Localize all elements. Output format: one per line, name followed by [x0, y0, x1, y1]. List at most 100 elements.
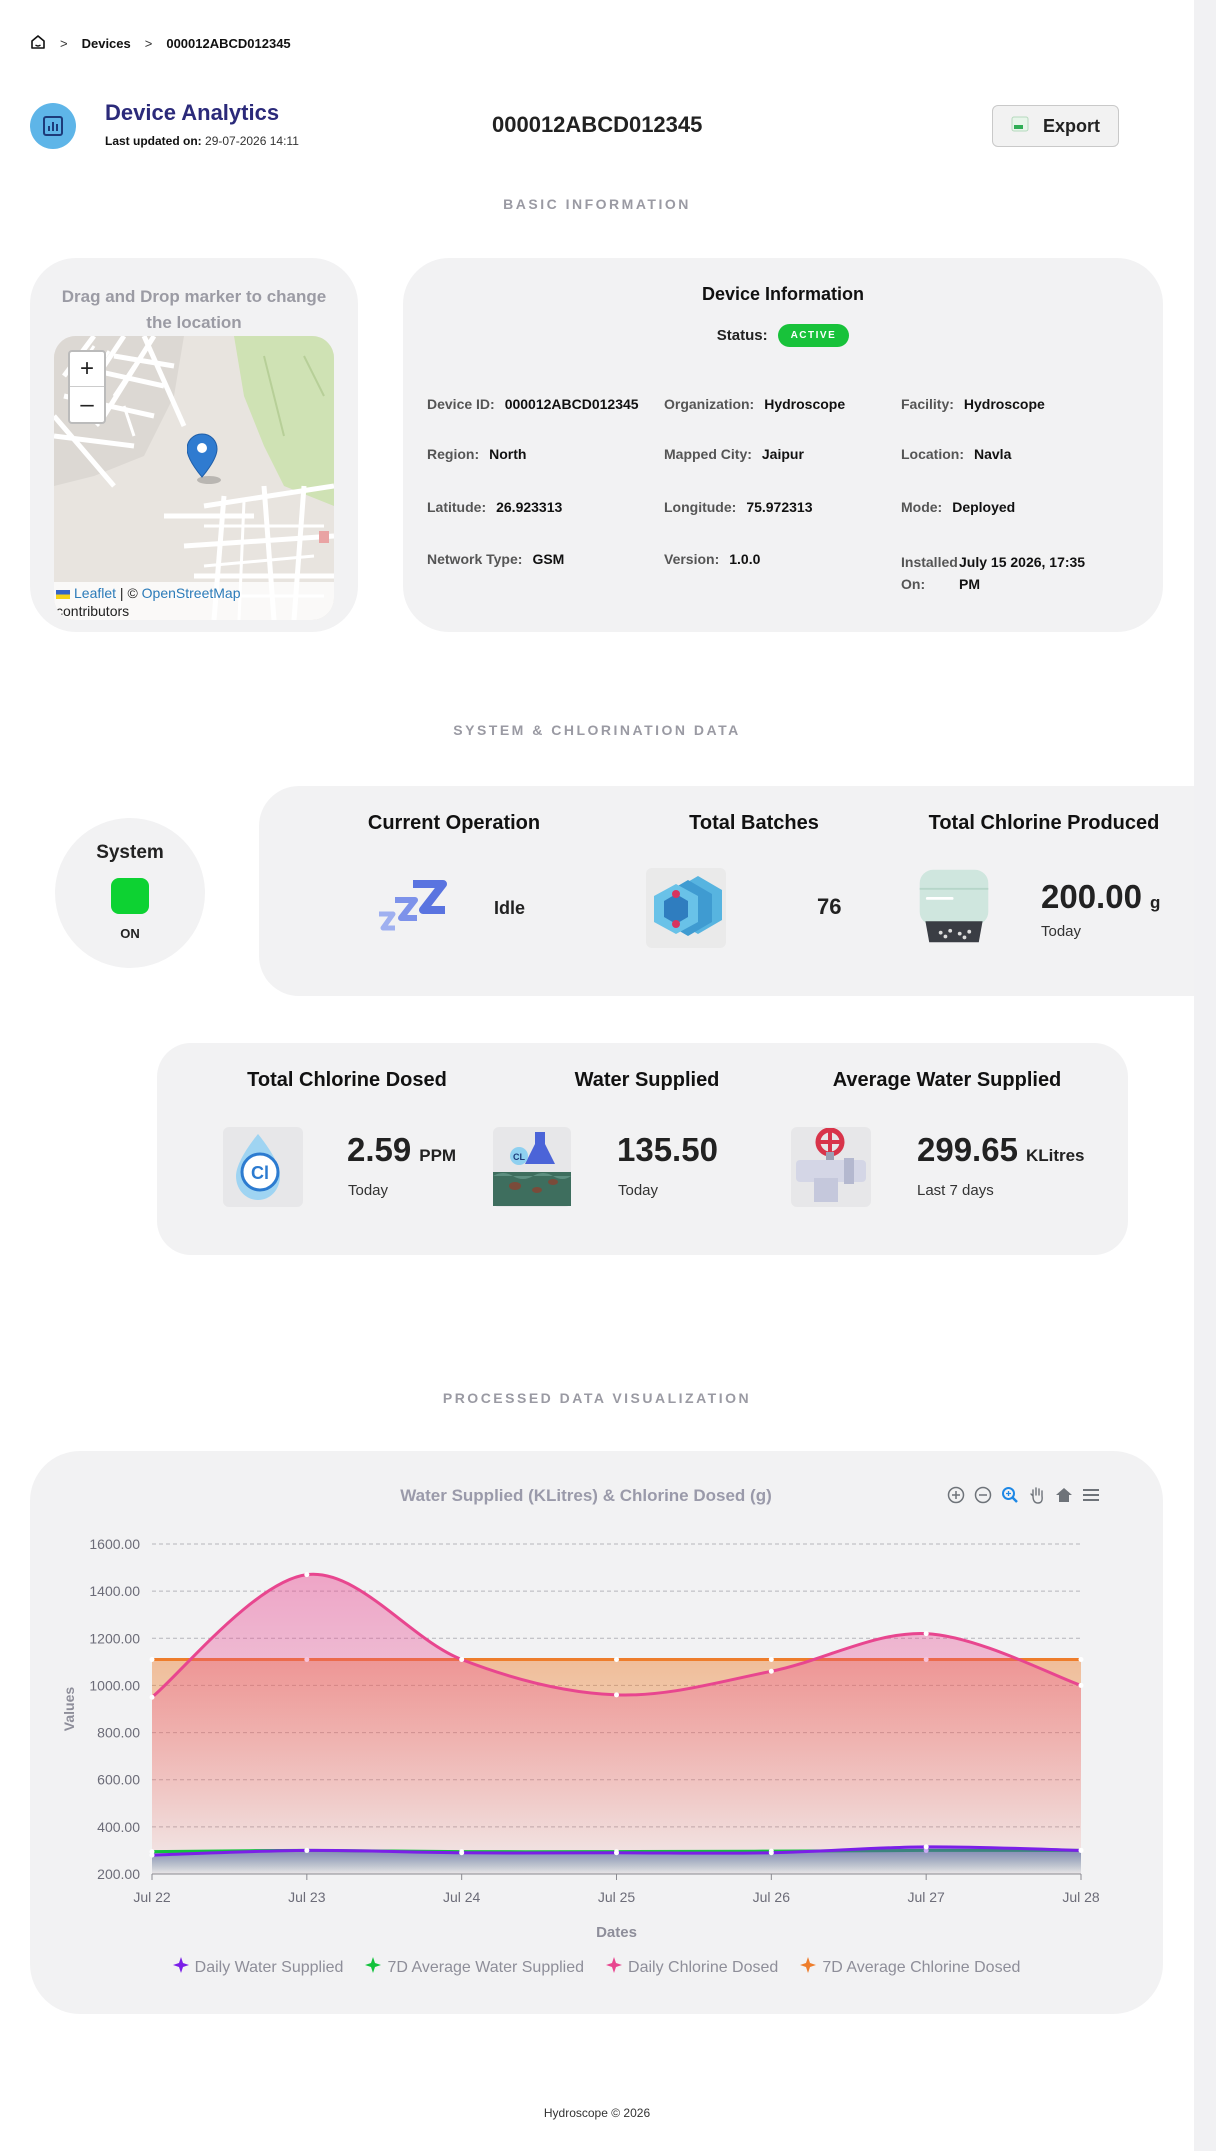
x-tick-label: Jul 24	[443, 1889, 481, 1905]
total-batches-value: 76	[817, 894, 842, 919]
y-tick-label: 600.00	[97, 1772, 140, 1788]
series-area	[152, 1574, 1081, 1874]
footer-copyright: Hydroscope © 2026	[543, 2106, 651, 2120]
field-label: Region:	[427, 446, 480, 462]
data-point	[614, 1850, 619, 1856]
field-installed-on: Installed On: July 15 2026, 17:35 PM	[901, 551, 1109, 595]
analytics-icon	[30, 103, 76, 149]
location-map[interactable]: + – Leaflet | © OpenStreetMap contributo…	[54, 336, 334, 620]
map-hint: Drag and Drop marker to change the locat…	[61, 287, 327, 332]
sleep-icon	[371, 868, 451, 948]
map-zoom-in-button[interactable]: +	[70, 352, 104, 387]
water-supplied-period: Today	[618, 1182, 659, 1199]
device-id-heading: 000012ABCD012345	[492, 112, 703, 137]
export-label: Export	[1042, 115, 1100, 136]
chlorine-produced-title: Total Chlorine Produced	[928, 812, 1160, 834]
contributors-text: contributors	[56, 603, 130, 619]
current-operation-value: Idle	[494, 898, 526, 918]
last-updated-value: 29-07-2026 14:11	[205, 134, 299, 148]
star-marker-icon	[800, 1957, 817, 1978]
leaflet-link[interactable]: Leaflet	[74, 585, 116, 601]
field-label: Installed On:	[901, 554, 958, 592]
last-updated-label: Last updated on:	[105, 134, 202, 148]
breadcrumb-devices-link[interactable]: Devices	[82, 36, 131, 51]
legend-label: 7D Average Water Supplied	[387, 1958, 585, 1976]
home-icon[interactable]	[30, 34, 46, 53]
field-value: North	[489, 446, 527, 462]
system-state: ON	[120, 926, 140, 941]
chlorine-produced-value: 200.00 g	[1041, 878, 1160, 916]
field-organization: Organization: Hydroscope	[664, 396, 845, 412]
water-valve-icon	[791, 1127, 871, 1207]
field-mapped-city: Mapped City: Jaipur	[664, 446, 804, 462]
chlorine-dosed-unit: PPM	[419, 1146, 455, 1165]
page-title: Device Analytics	[105, 100, 280, 125]
field-region: Region: North	[427, 446, 526, 462]
field-value: 75.972313	[746, 499, 813, 515]
page-scrollbar[interactable]	[1194, 0, 1216, 2151]
data-point	[304, 1572, 310, 1578]
y-tick-label: 1600.00	[89, 1536, 140, 1552]
map-marker-icon[interactable]	[186, 433, 221, 490]
device-information-card: Device Information Status: ACTIVE Device…	[403, 258, 1163, 632]
legend-label: 7D Average Chlorine Dosed	[822, 1958, 1021, 1976]
star-marker-icon	[606, 1957, 623, 1978]
openstreetmap-link[interactable]: OpenStreetMap	[142, 585, 241, 601]
y-tick-label: 1400.00	[89, 1583, 140, 1599]
star-marker-icon	[365, 1957, 382, 1978]
chart-legend: Daily Water Supplied 7D Average Water Sup…	[30, 1957, 1163, 1978]
field-device-id: Device ID: 000012ABCD012345	[427, 396, 639, 412]
avg-water-value: 299.65 KLitres	[917, 1131, 1085, 1169]
field-value: Jaipur	[761, 446, 804, 462]
field-value: 1.0.0	[729, 551, 761, 567]
chlorine-dosed-period: Today	[348, 1182, 389, 1199]
data-point	[1078, 1847, 1084, 1853]
data-point	[768, 1850, 774, 1856]
y-tick-label: 400.00	[97, 1819, 140, 1835]
field-label: Facility:	[901, 396, 954, 412]
field-label: Longitude:	[664, 499, 737, 515]
field-value: Navla	[974, 446, 1012, 462]
data-point	[1078, 1682, 1084, 1688]
system-status-card: System ON	[55, 818, 205, 968]
field-value: GSM	[532, 551, 565, 567]
export-button[interactable]: Export	[992, 105, 1119, 147]
legend-item[interactable]: Daily Chlorine Dosed	[606, 1957, 778, 1978]
svg-text:Cl: Cl	[251, 1163, 269, 1183]
avg-water-period: Last 7 days	[917, 1182, 994, 1199]
x-tick-label: Jul 27	[907, 1889, 945, 1905]
field-label: Version:	[664, 551, 720, 567]
data-point	[614, 1657, 619, 1662]
field-label: Network Type:	[427, 551, 523, 567]
field-version: Version: 1.0.0	[664, 551, 760, 567]
section-title-basic: BASIC INFORMATION	[503, 196, 691, 212]
field-facility: Facility: Hydroscope	[901, 396, 1045, 412]
total-batches-title: Total Batches	[689, 812, 819, 834]
chart-plot[interactable]: 1600.00 1400.00 1200.00 1000.00 800.00 600.00…	[30, 1451, 1163, 1951]
field-longitude: Longitude: 75.972313	[664, 499, 813, 515]
field-label: Mode:	[901, 499, 943, 515]
data-point	[923, 1631, 929, 1637]
chlorine-dosed-value: 2.59 PPM	[347, 1131, 455, 1169]
current-operation-title: Current Operation	[367, 812, 541, 834]
data-point	[459, 1657, 465, 1662]
operations-card: Current Operation Idle Total Batches 76 …	[259, 786, 1194, 996]
legend-item[interactable]: 7D Average Water Supplied	[365, 1957, 584, 1978]
y-tick-label: 1200.00	[89, 1630, 140, 1646]
avg-water-number: 299.65	[917, 1131, 1018, 1168]
y-axis-title: Values	[61, 1687, 77, 1732]
legend-item[interactable]: 7D Average Chlorine Dosed	[800, 1957, 1020, 1978]
data-point	[149, 1852, 155, 1858]
x-tick-label: Jul 28	[1062, 1889, 1100, 1905]
map-zoom-out-button[interactable]: –	[70, 387, 104, 422]
field-latitude: Latitude: 26.923313	[427, 499, 562, 515]
breadcrumb-current-device: 000012ABCD012345	[166, 36, 291, 51]
legend-label: Daily Water Supplied	[194, 1958, 344, 1976]
hexagon-batches-icon	[646, 868, 726, 948]
legend-item[interactable]: Daily Water Supplied	[172, 1957, 344, 1978]
chlorine-produced-unit: g	[1149, 893, 1161, 912]
breadcrumb-separator: >	[144, 36, 153, 51]
data-point	[768, 1668, 774, 1674]
map-card: Drag and Drop marker to change the locat…	[30, 258, 358, 632]
status-label: Status:	[716, 327, 768, 344]
